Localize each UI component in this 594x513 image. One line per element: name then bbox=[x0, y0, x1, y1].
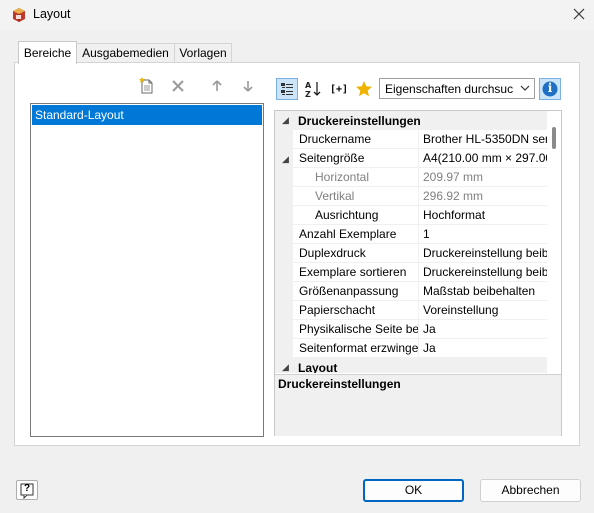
property-value[interactable]: Hochformat bbox=[419, 206, 547, 225]
property-name: Größenanpassung bbox=[293, 282, 419, 301]
favorites-star-icon[interactable] bbox=[353, 78, 375, 100]
row-margin bbox=[275, 282, 293, 301]
expand-collapse-icon[interactable]: [+] bbox=[328, 78, 350, 100]
category-layout[interactable]: ◢ Layout bbox=[275, 358, 547, 373]
row-margin bbox=[275, 339, 293, 358]
category-label: Druckereinstellungen bbox=[298, 114, 421, 128]
property-description-pane: Druckereinstellungen bbox=[275, 374, 561, 436]
help-label: ? bbox=[23, 483, 31, 494]
collapse-triangle-icon[interactable]: ◢ bbox=[282, 154, 289, 165]
row-margin bbox=[275, 130, 293, 149]
category-druckereinstellungen[interactable]: ◢ Druckereinstellungen bbox=[275, 111, 547, 130]
move-down-icon[interactable] bbox=[238, 76, 258, 96]
close-button[interactable] bbox=[566, 3, 592, 27]
collapse-triangle-icon[interactable]: ◢ bbox=[282, 115, 289, 126]
delete-icon[interactable] bbox=[168, 76, 188, 96]
property-row-seitenformat-erzwingen[interactable]: Seitenformat erzwingen Ja bbox=[275, 339, 547, 358]
property-row-duplexdruck[interactable]: Duplexdruck Druckereinstellung beibehalt… bbox=[275, 244, 547, 263]
row-margin bbox=[275, 187, 293, 206]
property-name: Ausrichtung bbox=[293, 206, 419, 225]
property-value[interactable]: 1 bbox=[419, 225, 547, 244]
info-label: i bbox=[547, 81, 553, 95]
row-margin bbox=[275, 320, 293, 339]
property-value: 296.92 mm bbox=[419, 187, 547, 206]
property-name: Horizontal bbox=[293, 168, 419, 187]
row-margin bbox=[275, 263, 293, 282]
row-margin bbox=[275, 168, 293, 187]
svg-text:Z: Z bbox=[305, 90, 311, 98]
collapse-triangle-icon[interactable]: ◢ bbox=[282, 362, 289, 373]
description-title: Druckereinstellungen bbox=[278, 377, 401, 391]
new-layout-icon[interactable] bbox=[137, 76, 157, 96]
property-grid-scrollbar[interactable] bbox=[548, 111, 561, 373]
property-row-seitengroesse[interactable]: ◢ Seitengröße A4(210.00 mm × 297.00 mm) bbox=[275, 149, 547, 168]
scrollbar-thumb[interactable] bbox=[552, 127, 556, 149]
list-item-standard-layout[interactable]: Standard-Layout bbox=[32, 105, 262, 125]
svg-text:A: A bbox=[305, 81, 312, 90]
property-search-input[interactable]: Eigenschaften durchsuchen bbox=[379, 78, 535, 99]
property-value[interactable]: Druckereinstellung beibehalten bbox=[419, 244, 547, 263]
close-icon bbox=[573, 8, 585, 23]
info-button[interactable]: i bbox=[539, 78, 561, 100]
alphabetical-icon[interactable]: A Z bbox=[302, 78, 324, 100]
tab-vorlagen[interactable]: Vorlagen bbox=[174, 43, 232, 63]
property-name: Seitengröße bbox=[293, 149, 419, 168]
property-row-exemplare-sortieren[interactable]: Exemplare sortieren Druckereinstellung b… bbox=[275, 263, 547, 282]
help-button[interactable]: ? bbox=[16, 480, 38, 500]
property-value: 209.97 mm bbox=[419, 168, 547, 187]
property-name: Vertikal bbox=[293, 187, 419, 206]
category-label: Layout bbox=[298, 361, 338, 373]
categorized-icon[interactable] bbox=[276, 78, 298, 100]
property-name: Duplexdruck bbox=[293, 244, 419, 263]
property-row-groessenanpassung[interactable]: Größenanpassung Maßstab beibehalten bbox=[275, 282, 547, 301]
layout-list[interactable]: Standard-Layout bbox=[30, 103, 264, 437]
property-value[interactable]: Voreinstellung bbox=[419, 301, 547, 320]
property-value[interactable]: Maßstab beibehalten bbox=[419, 282, 547, 301]
window-title: Layout bbox=[33, 7, 71, 21]
property-row-anzahl-exemplare[interactable]: Anzahl Exemplare 1 bbox=[275, 225, 547, 244]
row-margin bbox=[275, 206, 293, 225]
chevron-down-icon[interactable] bbox=[519, 82, 531, 97]
property-row-horizontal[interactable]: Horizontal 209.97 mm bbox=[275, 168, 547, 187]
property-name: Druckername bbox=[293, 130, 419, 149]
property-name: Physikalische Seite berücksichtigen bbox=[293, 320, 419, 339]
row-margin bbox=[275, 225, 293, 244]
cancel-button[interactable]: Abbrechen bbox=[480, 479, 581, 502]
property-search-value: Eigenschaften durchsuchen bbox=[385, 82, 513, 96]
row-margin bbox=[275, 301, 293, 320]
property-grid[interactable]: ◢ Druckereinstellungen Druckername Broth… bbox=[274, 110, 562, 436]
property-row-physikalische-seite[interactable]: Physikalische Seite berücksichtigen Ja bbox=[275, 320, 547, 339]
property-row-papierschacht[interactable]: Papierschacht Voreinstellung bbox=[275, 301, 547, 320]
title-bar bbox=[0, 0, 594, 30]
property-name: Exemplare sortieren bbox=[293, 263, 419, 282]
property-grid-rows: ◢ Druckereinstellungen Druckername Broth… bbox=[275, 111, 547, 373]
layout-app-icon bbox=[11, 7, 27, 23]
property-value[interactable]: Ja bbox=[419, 339, 547, 358]
property-row-druckername[interactable]: Druckername Brother HL-5350DN series bbox=[275, 130, 547, 149]
property-row-vertikal[interactable]: Vertikal 296.92 mm bbox=[275, 187, 547, 206]
move-up-icon[interactable] bbox=[207, 76, 227, 96]
property-name: Anzahl Exemplare bbox=[293, 225, 419, 244]
property-value[interactable]: A4(210.00 mm × 297.00 mm) bbox=[419, 149, 547, 168]
row-margin: ◢ bbox=[275, 149, 293, 168]
property-value[interactable]: Brother HL-5350DN series bbox=[419, 130, 547, 149]
property-name: Papierschacht bbox=[293, 301, 419, 320]
tab-ausgabemedien[interactable]: Ausgabemedien bbox=[76, 43, 175, 63]
row-margin bbox=[275, 244, 293, 263]
property-value[interactable]: Druckereinstellung beibehalten bbox=[419, 263, 547, 282]
property-name: Seitenformat erzwingen bbox=[293, 339, 419, 358]
property-value[interactable]: Ja bbox=[419, 320, 547, 339]
property-row-ausrichtung[interactable]: Ausrichtung Hochformat bbox=[275, 206, 547, 225]
ok-button[interactable]: OK bbox=[363, 479, 464, 502]
tab-bereiche[interactable]: Bereiche bbox=[18, 41, 77, 64]
